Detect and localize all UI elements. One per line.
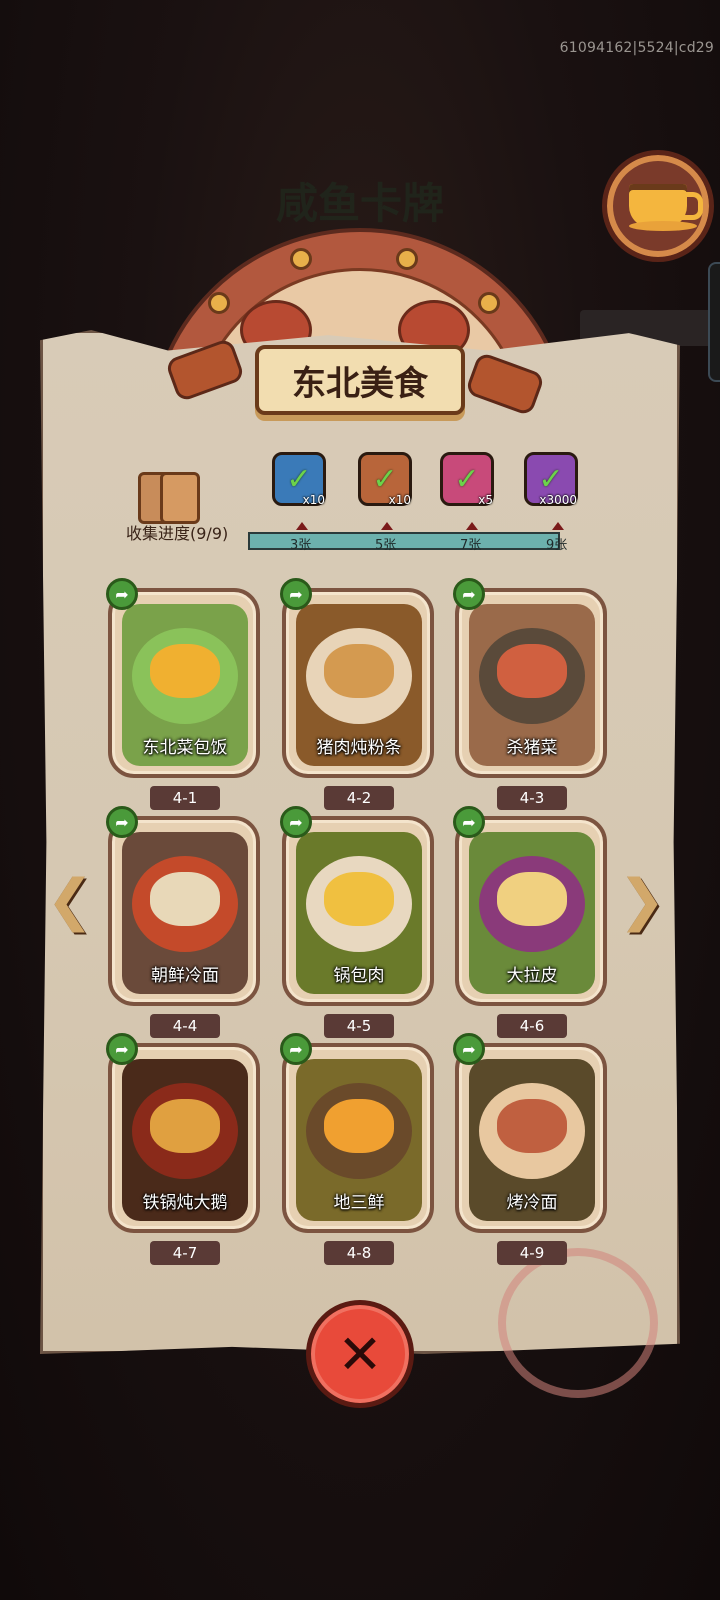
food-card-art: 杀猪菜: [469, 604, 595, 766]
card-number-tag: 4-6: [497, 1014, 567, 1038]
card-number-tag: 4-5: [324, 1014, 394, 1038]
share-arrow-icon[interactable]: ➦: [280, 578, 312, 610]
food-card-art: 猪肉炖粉条: [296, 604, 422, 766]
dish-food: [150, 872, 220, 926]
dish-food: [497, 872, 567, 926]
food-card[interactable]: 东北菜包饭: [108, 588, 260, 778]
close-icon: ✕: [337, 1322, 383, 1386]
food-card-name: 大拉皮: [506, 966, 558, 986]
claimed-check-icon: ✓: [538, 461, 564, 497]
build-id-label: 61094162|5524|cd29: [559, 40, 714, 56]
saucer-shape: [629, 221, 697, 231]
reward-quantity: x10: [388, 493, 411, 507]
dial-knob: [478, 292, 500, 314]
chevron-left-icon[interactable]: ❮: [47, 862, 94, 938]
reward-scroll-icon[interactable]: ✓ x10: [358, 452, 412, 507]
food-card-name: 东北菜包饭: [142, 738, 228, 758]
card-number-tag: 4-9: [497, 1241, 567, 1265]
reward-gem-icon[interactable]: ✓ x3000: [524, 452, 578, 507]
share-arrow-icon[interactable]: ➦: [280, 806, 312, 838]
food-card[interactable]: 烤冷面: [455, 1043, 607, 1233]
food-card-name: 锅包肉: [333, 966, 385, 986]
card-number-tag: 4-4: [150, 1014, 220, 1038]
food-card[interactable]: 地三鲜: [282, 1043, 434, 1233]
dish-food: [324, 644, 394, 698]
food-card-art: 大拉皮: [469, 832, 595, 994]
food-card-art: 朝鲜冷面: [122, 832, 248, 994]
milestone-marker: [296, 522, 308, 530]
milestone-marker: [381, 522, 393, 530]
title-banner: 东北美食: [255, 345, 465, 415]
share-arrow-icon[interactable]: ➦: [106, 806, 138, 838]
food-card-name: 朝鲜冷面: [151, 966, 219, 986]
card-number-tag: 4-3: [497, 786, 567, 810]
share-arrow-icon[interactable]: ➦: [453, 1033, 485, 1065]
food-card[interactable]: 猪肉炖粉条: [282, 588, 434, 778]
dial-knob: [208, 292, 230, 314]
dial-knob: [396, 248, 418, 270]
milestone-label: 9张: [546, 538, 568, 553]
share-arrow-icon[interactable]: ➦: [106, 1033, 138, 1065]
dish-food: [324, 872, 394, 926]
claimed-check-icon: ✓: [372, 461, 398, 497]
card-back-icon: [160, 472, 200, 524]
food-card-art: 锅包肉: [296, 832, 422, 994]
coffee-button[interactable]: [602, 150, 714, 262]
collection-cards-icon: [138, 472, 216, 524]
reward-quantity: x10: [302, 493, 325, 507]
share-arrow-icon[interactable]: ➦: [453, 578, 485, 610]
close-button[interactable]: ✕: [306, 1300, 414, 1408]
dish-food: [150, 1099, 220, 1153]
food-card[interactable]: 铁锅炖大鹅: [108, 1043, 260, 1233]
food-card[interactable]: 杀猪菜: [455, 588, 607, 778]
food-card-name: 地三鲜: [333, 1193, 385, 1213]
side-tab[interactable]: [708, 262, 720, 382]
panel-title: 东北美食: [292, 363, 428, 404]
collection-progress-label: 收集进度(9/9): [126, 524, 229, 543]
dish-food: [497, 644, 567, 698]
card-number-tag: 4-1: [150, 786, 220, 810]
food-card-art: 东北菜包饭: [122, 604, 248, 766]
card-number-tag: 4-2: [324, 786, 394, 810]
reward-chest-icon[interactable]: ✓ x10: [272, 452, 326, 507]
dish-food: [497, 1099, 567, 1153]
reward-quantity: x3000: [539, 493, 577, 507]
food-card-name: 铁锅炖大鹅: [142, 1193, 228, 1213]
milestone-marker: [466, 522, 478, 530]
card-number-tag: 4-8: [324, 1241, 394, 1265]
food-card-name: 烤冷面: [506, 1193, 558, 1213]
dish-food: [150, 644, 220, 698]
share-arrow-icon[interactable]: ➦: [106, 578, 138, 610]
reward-quantity: x5: [478, 493, 493, 507]
food-card[interactable]: 朝鲜冷面: [108, 816, 260, 1006]
seal-stamp: [498, 1248, 658, 1398]
food-card[interactable]: 大拉皮: [455, 816, 607, 1006]
milestone-marker: [552, 522, 564, 530]
share-arrow-icon[interactable]: ➦: [280, 1033, 312, 1065]
food-card-art: 地三鲜: [296, 1059, 422, 1221]
food-card-name: 猪肉炖粉条: [316, 738, 402, 758]
dish-food: [324, 1099, 394, 1153]
food-card-name: 杀猪菜: [506, 738, 558, 758]
chevron-right-icon[interactable]: ❯: [619, 862, 666, 938]
card-number-tag: 4-7: [150, 1241, 220, 1265]
dial-knob: [290, 248, 312, 270]
reward-orb-icon[interactable]: ✓ x5: [440, 452, 494, 507]
food-card-art: 铁锅炖大鹅: [122, 1059, 248, 1221]
milestone-label: 3张: [290, 538, 312, 553]
claimed-check-icon: ✓: [454, 461, 480, 497]
share-arrow-icon[interactable]: ➦: [453, 806, 485, 838]
milestone-label: 7张: [460, 538, 482, 553]
claimed-check-icon: ✓: [286, 461, 312, 497]
milestone-label: 5张: [375, 538, 397, 553]
food-card[interactable]: 锅包肉: [282, 816, 434, 1006]
food-card-art: 烤冷面: [469, 1059, 595, 1221]
